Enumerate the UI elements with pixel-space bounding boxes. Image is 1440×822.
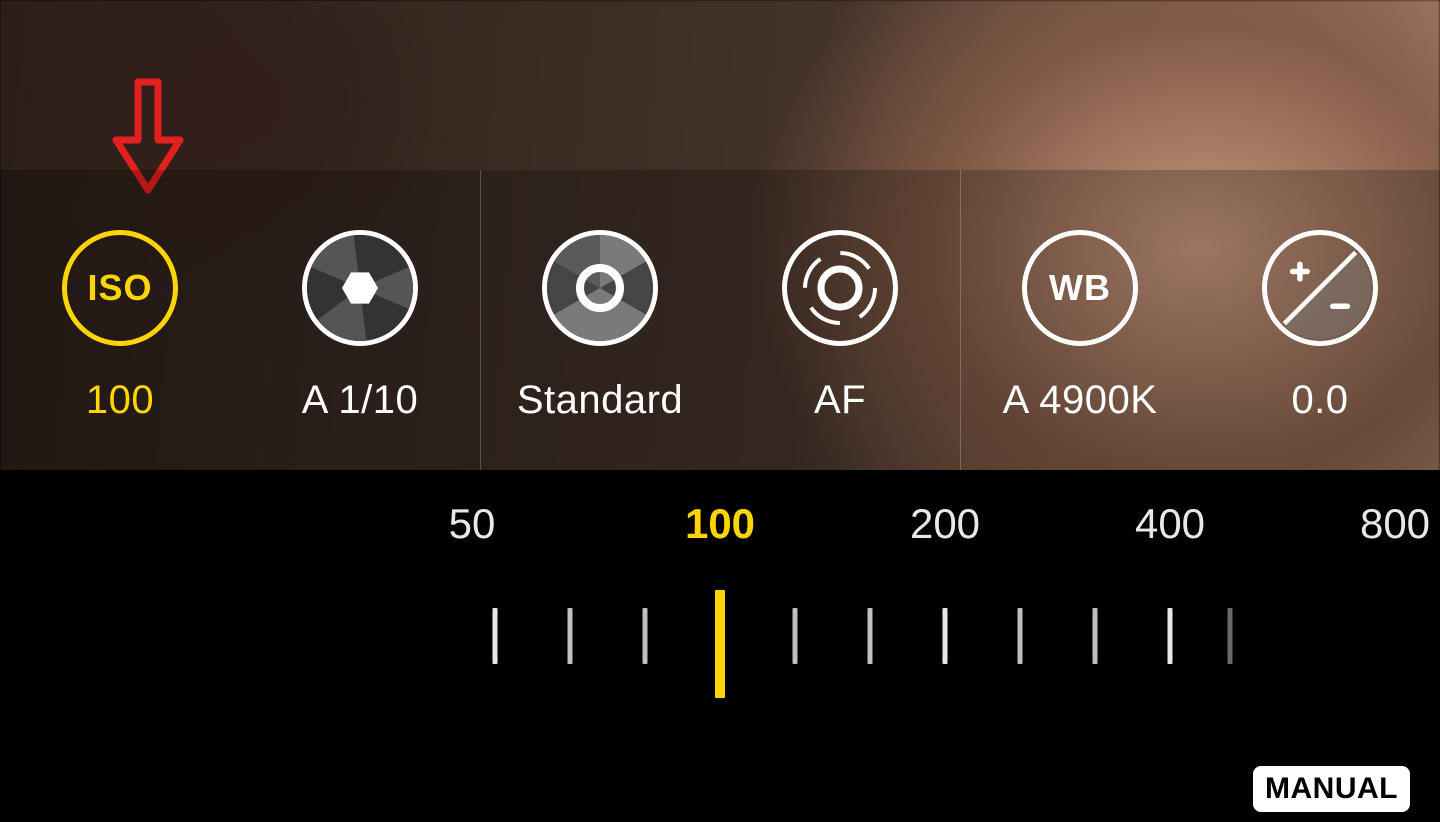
exposure-value: 0.0 bbox=[1291, 378, 1348, 423]
whitebalance-value: A 4900K bbox=[1003, 378, 1158, 423]
iso-scale-label[interactable]: 200 bbox=[910, 500, 980, 548]
tick bbox=[643, 608, 648, 664]
manual-button[interactable]: MANUAL bbox=[1253, 766, 1410, 812]
wb-icon-label: WB bbox=[1049, 267, 1111, 309]
whitebalance-icon: WB bbox=[1022, 230, 1138, 346]
shutter-control[interactable]: A 1/10 bbox=[240, 170, 480, 470]
tick bbox=[1168, 608, 1173, 664]
iso-scale-label[interactable]: 50 bbox=[449, 500, 496, 548]
exposure-control[interactable]: 0.0 bbox=[1200, 170, 1440, 470]
divider bbox=[480, 170, 481, 470]
iso-icon: ISO bbox=[62, 230, 178, 346]
shutter-value: A 1/10 bbox=[302, 378, 418, 423]
iso-scale-labels: 50 100 200 400 800 bbox=[0, 500, 1440, 560]
tick bbox=[493, 608, 498, 664]
iso-value: 100 bbox=[86, 378, 154, 423]
focus-value: AF bbox=[814, 378, 866, 423]
tick bbox=[868, 608, 873, 664]
metering-value: Standard bbox=[517, 378, 683, 423]
tick bbox=[568, 608, 573, 664]
iso-icon-label: ISO bbox=[87, 267, 152, 309]
iso-slider-ticks[interactable] bbox=[0, 590, 1440, 680]
tick bbox=[1228, 608, 1233, 664]
pro-controls-strip: ISO 100 bbox=[0, 170, 1440, 470]
iso-scale-label[interactable]: 400 bbox=[1135, 500, 1205, 548]
aperture-icon bbox=[302, 230, 418, 346]
iso-control[interactable]: ISO 100 bbox=[0, 170, 240, 470]
iso-slider-panel: 50 100 200 400 800 MANUAL bbox=[0, 470, 1440, 822]
tick bbox=[1018, 608, 1023, 664]
iso-scale-label[interactable]: 800 bbox=[1360, 500, 1430, 548]
iso-scale-label[interactable]: 100 bbox=[685, 500, 755, 548]
metering-icon bbox=[542, 230, 658, 346]
tick bbox=[793, 608, 798, 664]
divider bbox=[960, 170, 961, 470]
whitebalance-control[interactable]: WB A 4900K bbox=[960, 170, 1200, 470]
exposure-icon bbox=[1262, 230, 1378, 346]
metering-control[interactable]: Standard bbox=[480, 170, 720, 470]
tick bbox=[1093, 608, 1098, 664]
focus-control[interactable]: AF bbox=[720, 170, 960, 470]
tick bbox=[943, 608, 948, 664]
tick-current bbox=[715, 590, 725, 698]
focus-icon bbox=[782, 230, 898, 346]
